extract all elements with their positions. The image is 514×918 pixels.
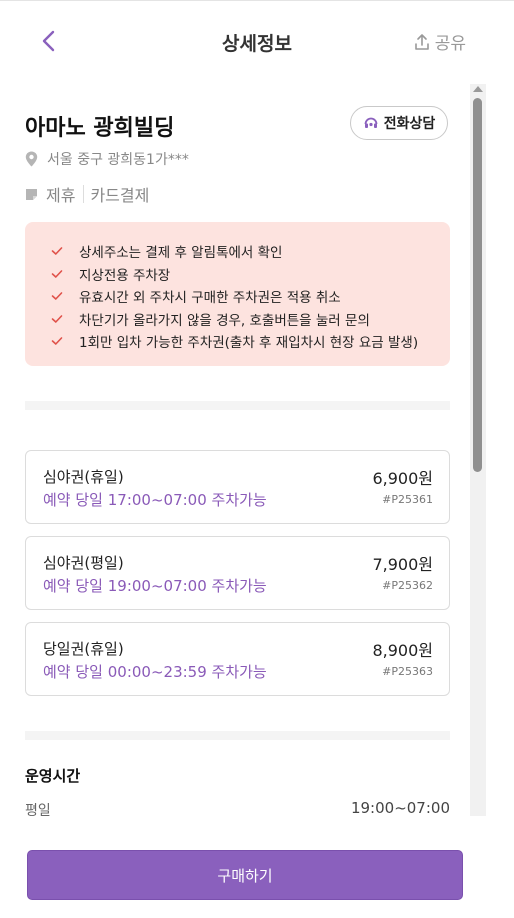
ticket-card[interactable]: 심야권(평일) 7,900원 예약 당일 19:00~07:00 주차가능 #P…: [25, 536, 450, 610]
notice-box: 상세주소는 결제 후 알림톡에서 확인 지상전용 주차장 유효시간 외 주차시 …: [25, 222, 450, 366]
ticket-time: 예약 당일 17:00~07:00 주차가능: [43, 491, 267, 509]
ticket-time: 예약 당일 19:00~07:00 주차가능: [43, 577, 267, 595]
check-icon: [51, 292, 63, 301]
hours-row-label: 평일: [25, 803, 51, 816]
notice-item: 유효시간 외 주차시 구매한 주차권은 적용 취소: [51, 285, 450, 308]
parking-name: 아마노 광희빌딩: [25, 116, 175, 141]
ticket-name: 당일권(휴일): [43, 640, 124, 658]
notice-item: 차단기가 올라가지 않을 경우, 호출버튼을 눌러 문의: [51, 308, 450, 331]
ticket-code: #P25362: [382, 579, 433, 592]
ticket-card[interactable]: 심야권(휴일) 6,900원 예약 당일 17:00~07:00 주차가능 #P…: [25, 450, 450, 524]
ticket-price: 7,900원: [372, 555, 433, 574]
ticket-name: 심야권(휴일): [43, 468, 124, 486]
check-icon: [51, 337, 63, 346]
tag-partner: 제휴: [46, 186, 76, 205]
ticket-time: 예약 당일 00:00~23:59 주차가능: [43, 663, 267, 681]
scrollbar-thumb[interactable]: [473, 98, 482, 472]
ticket-name: 심야권(평일): [43, 554, 124, 572]
notice-text: 상세주소는 결제 후 알림톡에서 확인: [79, 245, 283, 262]
ticket-code: #P25361: [382, 493, 433, 506]
section-divider: [25, 731, 450, 740]
footer-bar: 구매하기: [0, 816, 514, 918]
notice-text: 유효시간 외 주차시 구매한 주차권은 적용 취소: [79, 290, 341, 307]
notice-text: 1회만 입차 가능한 주차권(출차 후 재입차시 현장 요금 발생): [79, 335, 419, 352]
detail-content[interactable]: 아마노 광희빌딩 전화상담 서울 중구 광희동1가*** 제휴 카드결제 상세주…: [0, 71, 514, 816]
phone-consult-button[interactable]: 전화상담: [350, 106, 448, 140]
check-icon: [51, 314, 63, 323]
hours-row-value: 19:00~07:00: [350, 799, 450, 816]
address-text: 서울 중구 광희동1가***: [47, 152, 189, 168]
notice-text: 지상전용 주차장: [79, 267, 171, 284]
app-header: 상세정보 공유: [0, 1, 514, 71]
feature-tags: 제휴 카드결제: [25, 182, 149, 206]
purchase-button[interactable]: 구매하기: [27, 850, 463, 900]
section-divider: [25, 401, 450, 410]
ticket-price: 6,900원: [372, 469, 433, 488]
share-button[interactable]: 공유: [413, 29, 466, 54]
ticket-card[interactable]: 당일권(휴일) 8,900원 예약 당일 00:00~23:59 주차가능 #P…: [25, 622, 450, 696]
share-icon: [414, 33, 429, 50]
notice-item: 지상전용 주차장: [51, 263, 450, 286]
notice-item: 상세주소는 결제 후 알림톡에서 확인: [51, 240, 450, 263]
check-icon: [51, 247, 63, 256]
ticket-code: #P25363: [382, 665, 433, 678]
ticket-icon: [26, 188, 37, 200]
scroll-up-arrow-icon[interactable]: [473, 86, 483, 92]
notice-text: 차단기가 올라가지 않을 경우, 호출버튼을 눌러 문의: [79, 312, 370, 329]
tag-separator: [83, 185, 85, 203]
location-pin-icon: [25, 151, 38, 167]
check-icon: [51, 269, 63, 278]
headset-icon: [364, 117, 378, 128]
address-line: 서울 중구 광희동1가***: [25, 149, 189, 169]
tag-card-payment: 카드결제: [90, 186, 150, 205]
notice-item: 1회만 입차 가능한 주차권(출차 후 재입차시 현장 요금 발생): [51, 330, 450, 353]
share-label: 공유: [434, 34, 466, 54]
phone-consult-label: 전화상담: [383, 116, 436, 132]
operating-hours-title: 운영시간: [25, 767, 81, 785]
ticket-price: 8,900원: [372, 641, 433, 660]
